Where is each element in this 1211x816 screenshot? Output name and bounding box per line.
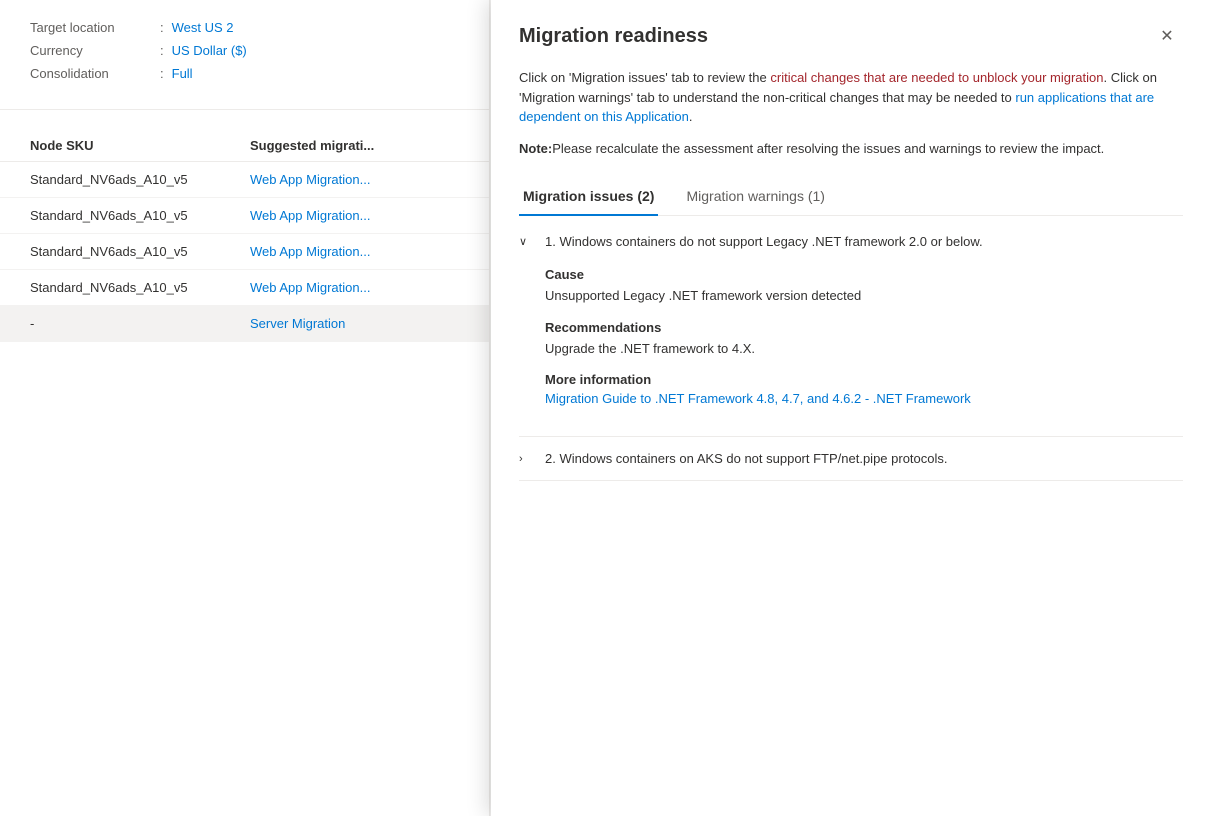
currency-label: Currency [30,43,160,58]
migration-link[interactable]: Web App Migration... [250,280,459,295]
dialog-header: Migration readiness ✕ [491,0,1211,68]
tab-migration-warnings[interactable]: Migration warnings (1) [682,178,829,216]
issue-header-2[interactable]: › 2. Windows containers on AKS do not su… [519,437,1183,480]
recommendations-label: Recommendations [545,320,1183,335]
recommendations-text: Upgrade the .NET framework to 4.X. [545,339,1183,359]
issue-title-2: 2. Windows containers on AKS do not supp… [545,451,948,466]
info-row-consolidation: Consolidation : Full [30,66,459,81]
migration-link[interactable]: Web App Migration... [250,244,459,259]
table-row: Standard_NV6ads_A10_v5 Web App Migration… [0,270,489,306]
left-panel: Target location : West US 2 Currency : U… [0,0,490,816]
table-row: - Server Migration [0,306,489,342]
issue-title-1: 1. Windows containers do not support Leg… [545,234,983,249]
sku-cell: Standard_NV6ads_A10_v5 [30,172,250,187]
sku-cell: Standard_NV6ads_A10_v5 [30,208,250,223]
recommendations-section: Recommendations Upgrade the .NET framewo… [545,320,1183,359]
chevron-down-icon: ∨ [519,235,535,248]
consolidation-label: Consolidation [30,66,160,81]
note-bold: Note: [519,141,552,156]
table-row: Standard_NV6ads_A10_v5 Web App Migration… [0,234,489,270]
col-migration-header: Suggested migrati... [250,138,459,153]
target-location-value: West US 2 [172,20,234,35]
sku-cell: - [30,316,250,331]
issues-list: ∨ 1. Windows containers do not support L… [519,216,1183,481]
consolidation-value: Full [172,66,193,81]
more-info-label: More information [545,372,1183,387]
info-section: Target location : West US 2 Currency : U… [0,0,489,110]
more-info-section: More information Migration Guide to .NET… [545,372,1183,406]
note-paragraph: Note:Please recalculate the assessment a… [519,139,1183,159]
chevron-right-icon: › [519,453,535,465]
dialog-title: Migration readiness [519,25,708,48]
issue-body-1: Cause Unsupported Legacy .NET framework … [519,263,1183,436]
sku-cell: Standard_NV6ads_A10_v5 [30,280,250,295]
tabs-container: Migration issues (2) Migration warnings … [519,178,1183,216]
info-row-currency: Currency : US Dollar ($) [30,43,459,58]
intro-paragraph: Click on 'Migration issues' tab to revie… [519,68,1183,127]
issue-header-1[interactable]: ∨ 1. Windows containers do not support L… [519,220,1183,263]
migration-link[interactable]: Web App Migration... [250,172,459,187]
migration-link[interactable]: Web App Migration... [250,208,459,223]
cause-section: Cause Unsupported Legacy .NET framework … [545,267,1183,306]
more-info-link[interactable]: Migration Guide to .NET Framework 4.8, 4… [545,391,971,406]
tab-migration-issues[interactable]: Migration issues (2) [519,178,658,216]
migration-link[interactable]: Server Migration [250,316,459,331]
migration-readiness-dialog: Migration readiness ✕ Click on 'Migratio… [491,0,1211,816]
issue-item-1: ∨ 1. Windows containers do not support L… [519,220,1183,437]
target-location-label: Target location [30,20,160,35]
intro-link1[interactable]: critical changes that are needed to unbl… [770,70,1103,85]
sku-cell: Standard_NV6ads_A10_v5 [30,244,250,259]
note-text: Please recalculate the assessment after … [552,141,1104,156]
currency-value: US Dollar ($) [172,43,247,58]
cause-label: Cause [545,267,1183,282]
col-sku-header: Node SKU [30,138,250,153]
table-row: Standard_NV6ads_A10_v5 Web App Migration… [0,162,489,198]
intro-part1: Click on 'Migration issues' tab to revie… [519,70,770,85]
info-row-target: Target location : West US 2 [30,20,459,35]
dialog-content: Click on 'Migration issues' tab to revie… [491,68,1211,816]
cause-text: Unsupported Legacy .NET framework versio… [545,286,1183,306]
issue-item-2: › 2. Windows containers on AKS do not su… [519,437,1183,481]
node-table: Node SKU Suggested migrati... Standard_N… [0,110,489,362]
table-header: Node SKU Suggested migrati... [0,130,489,162]
close-button[interactable]: ✕ [1151,20,1183,52]
table-row: Standard_NV6ads_A10_v5 Web App Migration… [0,198,489,234]
intro-part3: . [689,109,693,124]
